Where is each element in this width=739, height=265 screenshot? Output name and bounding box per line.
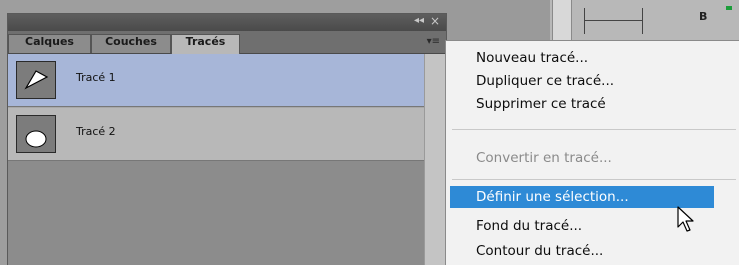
menu-item-duplicate-path[interactable]: Dupliquer ce tracé...: [450, 70, 714, 92]
path-row-label: Tracé 1: [76, 71, 116, 84]
menu-item-fill-path[interactable]: Fond du tracé...: [450, 215, 714, 237]
circle-path-icon: [16, 115, 56, 153]
menu-item-delete-path[interactable]: Supprimer ce tracé: [450, 93, 714, 115]
close-icon[interactable]: ×: [430, 14, 440, 28]
path-row-1[interactable]: Tracé 1: [8, 54, 425, 107]
tab-traces[interactable]: Tracés: [171, 34, 240, 54]
path-row-label: Tracé 2: [76, 125, 116, 138]
panel-tabbar: Calques Couches Tracés ▾≡: [8, 31, 446, 54]
menu-separator: [452, 129, 736, 130]
menu-item-new-path[interactable]: Nouveau tracé...: [450, 47, 714, 69]
menu-item-make-selection[interactable]: Définir une sélection...: [450, 186, 714, 208]
background-ruler: [584, 0, 704, 40]
path-row-2[interactable]: Tracé 2: [8, 108, 425, 161]
mouse-cursor-icon: [677, 206, 697, 238]
menu-item-stroke-path[interactable]: Contour du tracé...: [450, 240, 714, 262]
collapse-icon[interactable]: ◂◂: [414, 15, 424, 26]
tab-calques[interactable]: Calques: [8, 34, 91, 53]
menu-separator: [452, 179, 736, 180]
panel-scrollbar[interactable]: [424, 54, 446, 265]
panel-menu-icon[interactable]: ▾≡: [427, 36, 440, 47]
background-scroll-column: [552, 0, 572, 40]
triangle-path-icon: [16, 61, 56, 99]
paths-panel: ◂◂ × Calques Couches Tracés ▾≡ Tracé 1 T…: [7, 13, 447, 265]
background-label-b: B: [699, 10, 708, 23]
paths-list: Tracé 1 Tracé 2: [8, 54, 446, 265]
background-indicator: [726, 6, 732, 10]
tab-couches[interactable]: Couches: [91, 34, 171, 53]
panel-titlebar[interactable]: ◂◂ ×: [8, 14, 446, 31]
list-empty-area: [8, 161, 425, 265]
menu-item-convert-to-path: Convertir en tracé...: [476, 150, 612, 166]
